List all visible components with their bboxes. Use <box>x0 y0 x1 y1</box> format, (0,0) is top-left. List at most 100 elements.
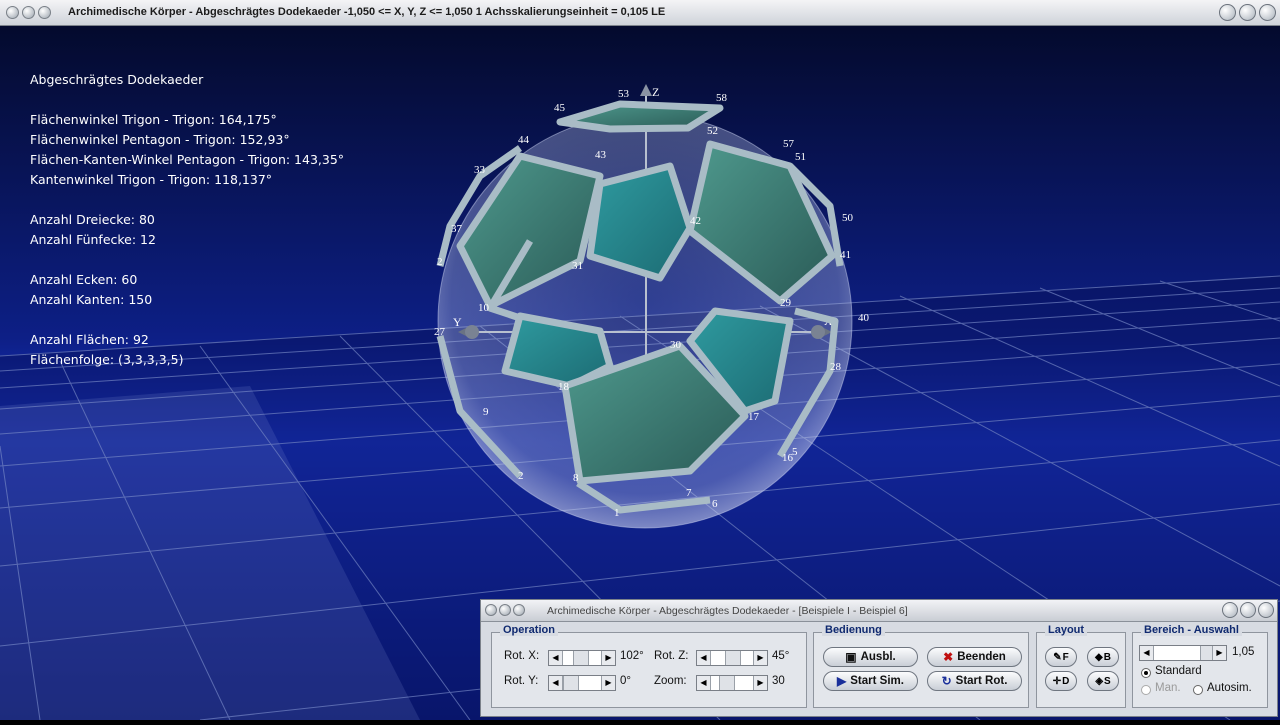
rotate-icon: ↻ <box>941 674 952 688</box>
vertex-label: 44 <box>518 134 530 146</box>
standard-radio[interactable] <box>1141 668 1151 678</box>
close-x-icon: ✖ <box>943 650 954 664</box>
layout-group: Layout ✎ F ◆ B ✛ D ◈ S <box>1036 624 1126 708</box>
slider-thumb[interactable] <box>719 676 735 690</box>
maximize-button[interactable] <box>1239 4 1256 21</box>
angle-info: Flächen-Kanten-Winkel Pentagon - Trigon:… <box>30 152 345 167</box>
scroll-left-arrow-icon[interactable]: ◀ <box>1140 646 1154 660</box>
manual-radio-label: Man. <box>1155 682 1181 694</box>
scroll-right-arrow-icon[interactable]: ▶ <box>601 651 615 665</box>
vertex-label: 1 <box>614 507 620 519</box>
close-button[interactable] <box>1259 4 1276 21</box>
panel-menu-buttons <box>485 604 525 616</box>
window-title: Archimedische Körper - Abgeschrägtes Dod… <box>68 6 666 18</box>
scroll-right-arrow-icon[interactable]: ▶ <box>753 651 767 665</box>
vertex-label: 57 <box>783 138 795 150</box>
rot-x-slider[interactable]: ◀ ▶ <box>548 650 616 666</box>
vertex-label: 41 <box>840 249 851 261</box>
total-faces-info: Anzahl Flächen: 92 <box>30 332 149 347</box>
angle-info: Flächenwinkel Pentagon - Trigon: 152,93° <box>30 132 290 147</box>
rot-x-label: Rot. X: <box>504 650 540 662</box>
ausblenden-button[interactable]: ▣ Ausbl. <box>823 647 918 667</box>
vertex-label: 8 <box>573 472 579 484</box>
bereich-value: 1,05 <box>1232 646 1255 658</box>
face-count-info: Anzahl Fünfecke: 12 <box>30 232 156 247</box>
rot-y-label: Rot. Y: <box>504 675 539 687</box>
panel-close-button[interactable] <box>1258 602 1274 618</box>
edge-count-info: Anzahl Kanten: 150 <box>30 292 153 307</box>
scroll-left-arrow-icon[interactable]: ◀ <box>697 651 711 665</box>
window-menu-buttons[interactable] <box>6 6 51 19</box>
fill-icon: ◆ <box>1095 651 1103 663</box>
layout-d-button[interactable]: ✛ D <box>1045 671 1077 691</box>
window-menu-icon[interactable] <box>6 6 19 19</box>
scroll-right-arrow-icon[interactable]: ▶ <box>1212 646 1226 660</box>
slider-thumb[interactable] <box>725 651 741 665</box>
brush-icon: ✎ <box>1053 651 1062 663</box>
panel-window-controls <box>1222 602 1274 618</box>
vertex-label: 52 <box>707 125 718 137</box>
vertex-label: 17 <box>748 411 760 423</box>
hide-icon: ▣ <box>845 650 857 664</box>
bedienung-group: Bedienung ▣ Ausbl. ✖ Beenden ▶ Start Sim. ↻… <box>813 624 1029 708</box>
bereich-group: Bereich - Auswahl ◀ ▶ 1,05 Standard Man.… <box>1132 624 1268 708</box>
autosim-radio[interactable] <box>1193 685 1203 695</box>
main-titlebar: Archimedische Körper - Abgeschrägtes Dod… <box>0 0 1280 26</box>
rot-y-value: 0° <box>620 675 631 687</box>
standard-radio-label: Standard <box>1155 665 1202 677</box>
rot-x-value: 102° <box>620 650 644 662</box>
bereich-slider[interactable]: ◀ ▶ <box>1139 645 1227 661</box>
manual-radio[interactable] <box>1141 685 1151 695</box>
rot-y-slider[interactable]: ◀ ▶ <box>548 675 616 691</box>
minimize-button[interactable] <box>1219 4 1236 21</box>
vertex-label: 58 <box>716 92 728 104</box>
vertex-label: 18 <box>558 381 570 393</box>
beenden-button[interactable]: ✖ Beenden <box>927 647 1022 667</box>
scroll-left-arrow-icon[interactable]: ◀ <box>549 676 563 690</box>
vertex-label: 5 <box>792 446 798 458</box>
slider-thumb[interactable] <box>563 676 579 690</box>
vertex-label: 7 <box>686 487 692 499</box>
scroll-right-arrow-icon[interactable]: ▶ <box>753 676 767 690</box>
start-sim-button[interactable]: ▶ Start Sim. <box>823 671 918 691</box>
panel-pin-icon[interactable] <box>499 604 511 616</box>
layout-f-button[interactable]: ✎ F <box>1045 647 1077 667</box>
slider-thumb[interactable] <box>573 651 589 665</box>
vertex-count-info: Anzahl Ecken: 60 <box>30 272 138 287</box>
operation-group: Operation Rot. X: ◀ ▶ 102° Rot. Z: ◀ ▶ 4… <box>491 624 807 708</box>
control-panel-titlebar: Archimedische Körper - Abgeschrägtes Dod… <box>481 600 1277 622</box>
layout-b-button[interactable]: ◆ B <box>1087 647 1119 667</box>
angle-info: Flächenwinkel Trigon - Trigon: 164,175° <box>30 112 277 127</box>
rot-z-value: 45° <box>772 650 790 662</box>
window-info-icon[interactable] <box>38 6 51 19</box>
panel-title: Archimedische Körper - Abgeschrägtes Dod… <box>547 605 908 617</box>
vertex-label: 10 <box>478 302 490 314</box>
panel-minimize-button[interactable] <box>1222 602 1238 618</box>
rot-z-slider[interactable]: ◀ ▶ <box>696 650 768 666</box>
panel-menu-icon[interactable] <box>485 604 497 616</box>
crosshair-icon: ✛ <box>1052 675 1062 687</box>
palette-icon: ◈ <box>1095 675 1104 687</box>
polyhedron-name: Abgeschrägtes Dodekaeder <box>30 72 204 87</box>
layout-group-label: Layout <box>1045 624 1088 636</box>
start-rot-button[interactable]: ↻ Start Rot. <box>927 671 1022 691</box>
info-panel: Abgeschrägtes Dodekaeder Flächenwinkel T… <box>30 70 344 370</box>
vertex-label: 2 <box>437 256 443 268</box>
vertex-label: 27 <box>434 326 446 338</box>
vertex-label: 40 <box>858 312 870 324</box>
scroll-left-arrow-icon[interactable]: ◀ <box>549 651 563 665</box>
face-sequence-info: Flächenfolge: (3,3,3,3,5) <box>30 352 184 367</box>
vertex-label: 33 <box>474 164 486 176</box>
panel-maximize-button[interactable] <box>1240 602 1256 618</box>
vertex-label: 29 <box>780 297 792 309</box>
scroll-left-arrow-icon[interactable]: ◀ <box>697 676 711 690</box>
layout-s-button[interactable]: ◈ S <box>1087 671 1119 691</box>
control-panel: Archimedische Körper - Abgeschrägtes Dod… <box>480 599 1278 717</box>
panel-info-icon[interactable] <box>513 604 525 616</box>
face-count-info: Anzahl Dreiecke: 80 <box>30 212 155 227</box>
scroll-right-arrow-icon[interactable]: ▶ <box>601 676 615 690</box>
zoom-slider[interactable]: ◀ ▶ <box>696 675 768 691</box>
window-pin-icon[interactable] <box>22 6 35 19</box>
vertex-label: 43 <box>595 149 607 161</box>
vertex-label: 31 <box>572 260 583 272</box>
